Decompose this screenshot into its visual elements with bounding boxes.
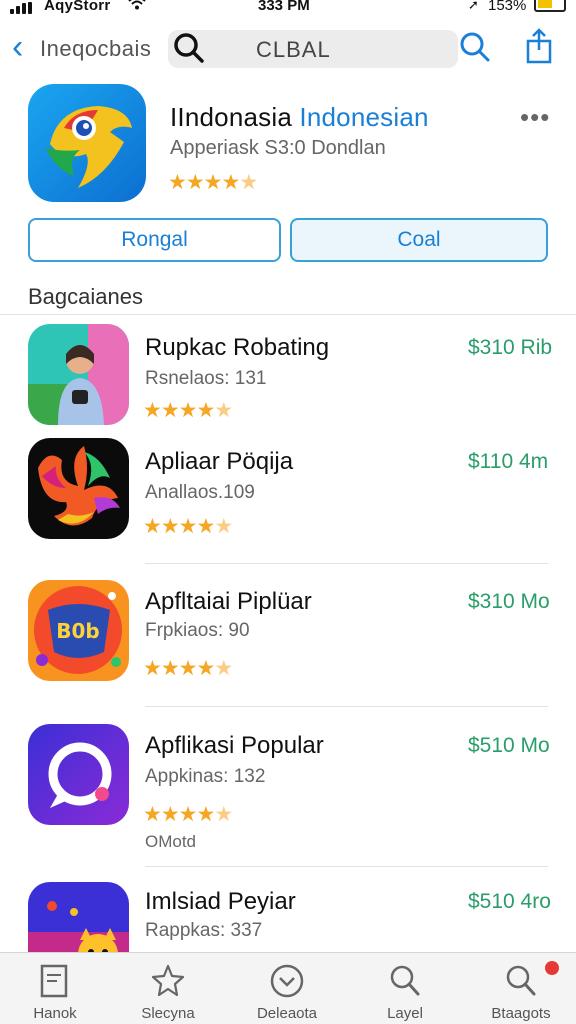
star-icon: ★ xyxy=(196,399,215,422)
app-name: Apliaar Pöqija xyxy=(145,448,294,475)
status-bar: AqyStorr 333 PM ➚ 153% xyxy=(0,0,576,18)
wifi-icon xyxy=(128,0,146,14)
hero-title-main: IIndonasia xyxy=(170,102,292,132)
star-icon: ★ xyxy=(178,657,198,680)
search-button-icon[interactable] xyxy=(458,30,492,64)
star-icon: ★ xyxy=(160,803,180,826)
star-icon: ★ xyxy=(214,657,233,680)
share-icon[interactable] xyxy=(523,28,555,64)
search-icon xyxy=(390,965,420,996)
more-options-icon[interactable]: ••• xyxy=(520,102,550,133)
star-icon: ★ xyxy=(143,515,162,538)
battery-icon xyxy=(534,0,566,12)
star-icon: ★ xyxy=(178,803,198,826)
app-price[interactable]: $310 Mo xyxy=(468,590,550,614)
app-name: Apfltaiai Piplüar xyxy=(145,588,312,615)
star-icon: ★ xyxy=(196,803,215,826)
tab-bar: Hanok Slecyna Deleaota Layel Btaagots xyxy=(0,952,576,1024)
app-subtitle: Appkinas: 132 xyxy=(145,766,266,787)
hero-title-accent: Indonesian xyxy=(299,102,429,132)
clock: 333 PM xyxy=(258,0,310,14)
star-icon: ★ xyxy=(214,515,233,538)
star-icon: ★ xyxy=(168,171,187,194)
star-icon xyxy=(151,964,185,997)
star-icon: ★ xyxy=(178,515,198,538)
signal-icon xyxy=(10,2,32,14)
star-icon: ★ xyxy=(143,399,162,422)
star-icon: ★ xyxy=(143,657,162,680)
search-badge-icon xyxy=(506,965,536,996)
notification-badge xyxy=(545,961,559,975)
tab-deleaota[interactable]: Deleaota xyxy=(237,953,337,1024)
row-divider xyxy=(145,866,548,867)
app-rating-stars: ★★★★★ xyxy=(143,398,233,423)
battery-percent: 153% xyxy=(488,0,527,14)
back-button-label[interactable]: Ineqocbais xyxy=(40,36,151,62)
app-subtitle: Rappkas: 337 xyxy=(145,920,263,941)
section-divider xyxy=(0,314,576,315)
circle-chevron-icon xyxy=(270,964,304,998)
tab-layel[interactable]: Layel xyxy=(355,953,455,1024)
app-icon-bird[interactable] xyxy=(28,84,146,202)
tab-label: Deleaota xyxy=(256,1005,318,1022)
app-rating-stars: ★★★★★ xyxy=(143,514,233,539)
app-price[interactable]: $110 4m xyxy=(468,450,548,474)
left-action-button[interactable]: Rongal xyxy=(28,218,281,262)
app-name: Apflikasi Popular xyxy=(145,732,324,759)
star-icon: ★ xyxy=(214,803,233,826)
hero-rating-stars: ★★★★★ xyxy=(168,170,258,195)
star-icon: ★ xyxy=(221,171,240,194)
tab-label: Btaagots xyxy=(491,1005,551,1022)
chat-ring-icon xyxy=(28,724,129,825)
hero-subtitle: Apperiask S3:0 Dondlan xyxy=(170,137,386,159)
tab-label: Layel xyxy=(387,1005,423,1022)
tab-btaagots[interactable]: Btaagots xyxy=(471,953,571,1024)
search-icon xyxy=(174,33,204,63)
star-icon: ★ xyxy=(203,171,223,194)
search-field[interactable]: CLBAL xyxy=(168,30,458,68)
star-icon: ★ xyxy=(239,171,258,194)
back-chevron-icon[interactable]: ‹ xyxy=(12,28,23,66)
app-extra-label: OMotd xyxy=(145,832,197,851)
book-icon xyxy=(40,964,68,998)
star-icon: ★ xyxy=(214,399,233,422)
right-action-button[interactable]: Coal xyxy=(290,218,548,262)
app-name: Rupkac Robating xyxy=(145,334,330,361)
star-icon: ★ xyxy=(196,515,215,538)
person-photo-icon xyxy=(28,324,129,425)
swirl-art-icon xyxy=(28,438,129,539)
star-icon: ★ xyxy=(160,399,180,422)
row-divider xyxy=(145,706,548,707)
app-rating-stars: ★★★★★ xyxy=(143,802,233,827)
app-subtitle: Anallaos.109 xyxy=(145,482,255,503)
star-icon: ★ xyxy=(160,657,180,680)
nav-bar: ‹ Ineqocbais CLBAL xyxy=(0,26,576,72)
svg-text:B0b: B0b xyxy=(56,619,99,643)
hero-title: IIndonasia Indonesian xyxy=(170,102,429,133)
star-icon: ★ xyxy=(143,803,162,826)
location-arrow-icon: ➚ xyxy=(468,0,479,12)
tab-slecyna[interactable]: Slecyna xyxy=(118,953,218,1024)
star-icon: ★ xyxy=(160,515,180,538)
tab-hanok[interactable]: Hanok xyxy=(5,953,105,1024)
row-divider xyxy=(145,563,548,564)
app-subtitle: Rsnelaos: 131 xyxy=(145,368,267,389)
tab-label: Slecyna xyxy=(141,1005,195,1022)
app-subtitle: Frpkiaos: 90 xyxy=(145,620,250,641)
app-name: Imlsiad Peyiar xyxy=(145,888,296,915)
app-price[interactable]: $510 4ro xyxy=(468,890,551,914)
app-price[interactable]: $310 Rib xyxy=(468,336,552,360)
app-rating-stars: ★★★★★ xyxy=(143,656,233,681)
app-price[interactable]: $510 Mo xyxy=(468,734,550,758)
carrier-label: AqyStorr xyxy=(44,0,111,14)
game-mascot-icon: B0b xyxy=(28,580,129,681)
star-icon: ★ xyxy=(185,171,205,194)
star-icon: ★ xyxy=(196,657,215,680)
star-icon: ★ xyxy=(178,399,198,422)
tab-label: Hanok xyxy=(33,1005,77,1022)
section-title: Bagcaianes xyxy=(28,284,143,309)
search-text: CLBAL xyxy=(256,37,331,62)
